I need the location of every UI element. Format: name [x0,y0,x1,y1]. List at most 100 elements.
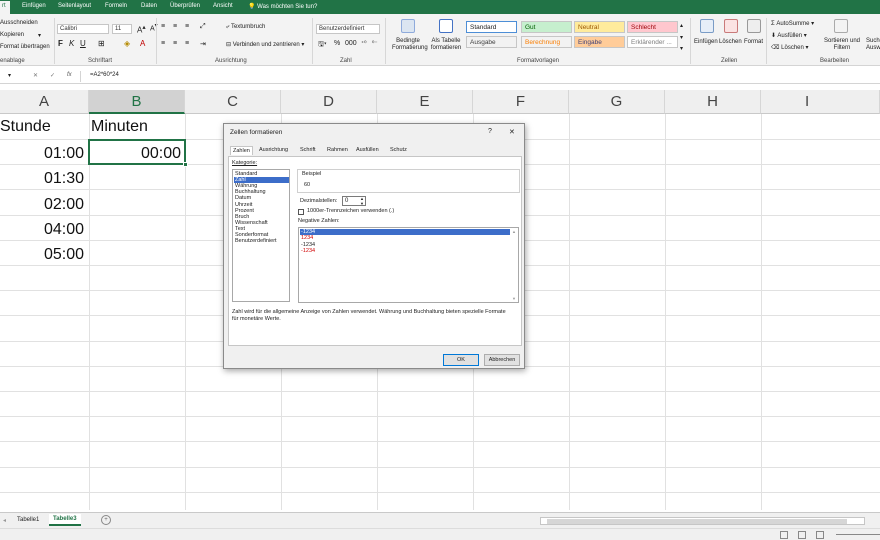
dialog-tab-2[interactable]: Schrift [298,146,318,154]
thousands-checkbox[interactable] [298,209,304,215]
align-right-icon[interactable]: ≡ [185,40,189,47]
align-center-icon[interactable]: ≡ [173,40,177,47]
cell-style-2[interactable]: Neutral [574,21,625,33]
category-item[interactable]: Sonderformat [234,232,289,238]
name-box-dropdown-icon[interactable]: ▾ [8,72,11,79]
cell-a4[interactable]: 02:00 [44,196,84,214]
cell-b1[interactable]: Minuten [91,118,148,136]
cell-a1[interactable]: Stunde [0,118,51,136]
currency-icon[interactable]: 🖫▾ [318,40,327,51]
dialog-tab-1[interactable]: Ausrichtung [257,146,290,154]
insert-cells-button[interactable]: Einfügen [694,39,718,45]
delete-cells-icon[interactable] [724,19,738,33]
negative-format-item[interactable]: -1234 [300,248,510,254]
category-item[interactable]: Uhrzeit [234,202,289,208]
gallery-more-icon[interactable]: ▾ [680,45,683,52]
sort-filter-button[interactable]: Sortieren und Filtern [822,38,862,52]
sheet-tab-tabelle3[interactable]: Tabelle3 [49,514,81,526]
dialog-tab-0[interactable]: Zahlen [230,146,253,155]
category-item[interactable]: Währung [234,183,289,189]
align-left-icon[interactable]: ≡ [161,40,165,47]
dialog-tab-5[interactable]: Schutz [388,146,409,154]
gallery-down-icon[interactable]: ▾ [680,34,683,41]
scroll-down-icon[interactable]: ▼ [512,296,516,301]
negative-format-item[interactable]: 1234 [300,235,510,241]
category-item[interactable]: Bruch [234,214,289,220]
negative-numbers-list[interactable]: -1234 1234 -1234 -1234 ▲ ▼ [298,227,519,303]
grow-font-icon[interactable]: A▴ [137,23,146,35]
decimal-places-value[interactable]: 0 [345,198,348,204]
cancel-entry-icon[interactable]: ✕ [33,72,38,79]
gallery-up-icon[interactable]: ▴ [680,22,683,29]
page-break-view-icon[interactable] [816,531,824,539]
chevron-down-icon[interactable]: ▾ [38,32,41,39]
column-header-i[interactable]: I [761,90,880,114]
cut-button[interactable]: Ausschneiden [0,20,38,26]
spin-down-icon[interactable]: ▼ [360,201,364,206]
category-item[interactable]: Standard [234,171,289,177]
find-select-button[interactable]: Suche Ausw [866,38,880,52]
clear-button[interactable]: ⌫ Löschen ▾ [771,44,809,51]
prev-sheet-icon[interactable]: ◂ [3,517,6,524]
cell-a6[interactable]: 05:00 [44,246,84,264]
cell-style-1[interactable]: Gut [521,21,572,33]
conditional-formatting-button[interactable]: Bedingte Formatierung [392,38,428,52]
add-sheet-icon[interactable]: + [101,515,111,525]
italic-icon[interactable]: K [69,39,74,48]
column-header-b[interactable]: B [89,90,185,114]
negative-format-item[interactable]: -1234 [300,242,510,248]
cell-style-7[interactable]: Erklärender ... [627,36,678,48]
decimal-places-spinner[interactable]: 0 ▲ ▼ [342,196,366,206]
page-layout-view-icon[interactable] [798,531,806,539]
scroll-up-icon[interactable]: ▲ [512,229,516,234]
cell-style-3[interactable]: Schlecht [627,21,678,33]
cell-a2[interactable]: 01:00 [44,145,84,163]
increase-decimal-icon[interactable]: ⁺⁰ [361,40,367,47]
help-button[interactable]: ? [488,128,492,135]
category-list[interactable]: Standard Zahl Währung Buchhaltung Datum Uhrze… [232,169,290,302]
merge-center-button[interactable]: ⊟ Verbinden und zentrieren ▾ [226,41,304,48]
cell-style-0[interactable]: Standard [466,21,517,33]
ok-button[interactable]: OK [443,354,479,366]
cell-a3[interactable]: 01:30 [44,170,84,188]
horizontal-scrollbar-thumb[interactable] [547,519,847,524]
category-item[interactable]: Wissenschaft [234,220,289,226]
tab-page-layout[interactable]: Seitenlayout [58,3,91,9]
insert-function-icon[interactable]: fx [67,72,72,78]
column-header-h[interactable]: H [665,90,761,114]
decrease-decimal-icon[interactable]: ⁰⁻ [372,40,378,47]
tell-me-box[interactable]: 💡 Was möchten Sie tun? [248,3,317,10]
underline-icon[interactable]: U [80,39,86,48]
tab-review[interactable]: Überprüfen [170,3,200,9]
fill-button[interactable]: ⬇ Ausfüllen ▾ [771,32,807,39]
category-item[interactable]: Zahl [234,177,289,184]
font-name-combo[interactable]: Calibri [57,24,109,34]
sort-filter-icon[interactable] [834,19,848,33]
column-header-e[interactable]: E [377,90,473,114]
cancel-button[interactable]: Abbrechen [484,354,520,366]
normal-view-icon[interactable] [780,531,788,539]
align-top-icon[interactable]: ≡ [161,23,165,30]
category-item[interactable]: Benutzerdefiniert [234,238,289,244]
format-cells-button[interactable]: Format [744,39,763,45]
horizontal-scrollbar[interactable] [540,517,865,525]
active-cell-b2[interactable]: 00:00 [88,139,188,167]
cell-a5[interactable]: 04:00 [44,221,84,239]
column-header-d[interactable]: D [281,90,377,114]
tab-start[interactable]: rt [0,1,10,14]
cell-style-6[interactable]: Eingabe [574,36,625,48]
cell-style-4[interactable]: Ausgabe [466,36,517,48]
thousands-icon[interactable]: 000 [345,40,357,47]
copy-button[interactable]: Kopieren [0,32,24,38]
conditional-formatting-icon[interactable] [401,19,415,33]
format-as-table-icon[interactable] [439,19,453,33]
formula-input[interactable]: =A2*60*24 [90,72,119,78]
dialog-tab-4[interactable]: Ausfüllen [354,146,381,154]
format-as-table-button[interactable]: Als Tabelle formatieren [428,38,464,52]
tab-formulas[interactable]: Formeln [105,3,127,9]
category-item[interactable]: Buchhaltung [234,189,289,195]
dialog-tab-3[interactable]: Rahmen [325,146,350,154]
borders-icon[interactable]: ⊞ [98,39,105,48]
indent-icon[interactable]: ⇥ [200,40,206,48]
category-item[interactable]: Datum [234,195,289,201]
